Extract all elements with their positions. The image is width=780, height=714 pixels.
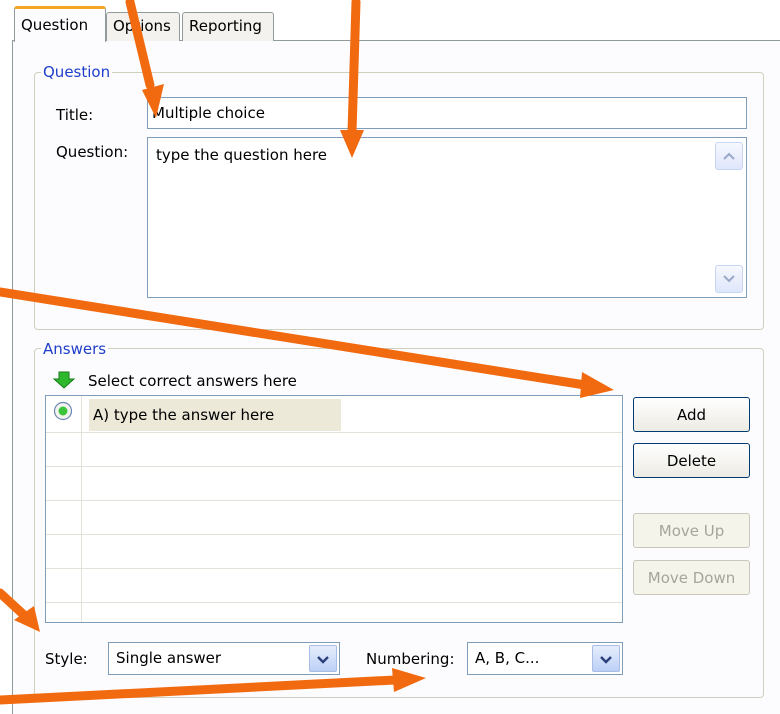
grid-row-line <box>46 466 622 467</box>
grid-row-line <box>46 602 622 603</box>
style-label: Style: <box>45 650 88 668</box>
answers-hint: Select correct answers here <box>88 372 297 390</box>
tab-question[interactable]: Question <box>14 6 106 42</box>
chevron-up-icon <box>723 149 735 163</box>
scroll-up-button[interactable] <box>715 142 743 170</box>
radio-selected-icon[interactable] <box>53 401 73 425</box>
chevron-down-icon <box>317 650 329 668</box>
numbering-select[interactable]: A, B, C... <box>467 642 623 675</box>
answers-group-legend: Answers <box>41 340 109 358</box>
grid-row-line <box>46 568 622 569</box>
numbering-dropdown-button[interactable] <box>592 645 620 672</box>
green-down-arrow-icon <box>52 371 76 393</box>
move-up-button[interactable]: Move Up <box>633 513 750 548</box>
move-down-button[interactable]: Move Down <box>633 560 750 595</box>
numbering-label: Numbering: <box>366 650 455 668</box>
style-select[interactable]: Single answer <box>108 642 340 675</box>
add-button[interactable]: Add <box>633 397 750 432</box>
numbering-select-value: A, B, C... <box>475 649 540 667</box>
answer-cell[interactable]: A) type the answer here <box>89 399 341 431</box>
answers-grid[interactable]: A) type the answer here <box>45 395 623 623</box>
tab-options[interactable]: Options <box>106 12 180 41</box>
chevron-down-icon <box>723 272 735 286</box>
delete-button[interactable]: Delete <box>633 443 750 478</box>
title-input-value: Multiple choice <box>152 104 265 122</box>
title-label: Title: <box>56 106 94 124</box>
grid-row-line <box>46 500 622 501</box>
tab-reporting[interactable]: Reporting <box>182 12 274 41</box>
scroll-down-button[interactable] <box>715 265 743 293</box>
question-textarea-value: type the question here <box>156 146 328 164</box>
question-label: Question: <box>56 143 129 161</box>
style-select-value: Single answer <box>116 649 222 667</box>
chevron-down-icon <box>600 650 612 668</box>
question-scrollbar[interactable] <box>713 138 746 297</box>
title-input[interactable]: Multiple choice <box>147 97 747 129</box>
grid-row-line <box>46 534 622 535</box>
style-dropdown-button[interactable] <box>309 645 337 672</box>
table-row[interactable]: A) type the answer here <box>46 396 622 432</box>
grid-row-line <box>46 432 622 433</box>
question-group-legend: Question <box>41 63 113 81</box>
question-textarea[interactable]: type the question here <box>147 137 747 298</box>
